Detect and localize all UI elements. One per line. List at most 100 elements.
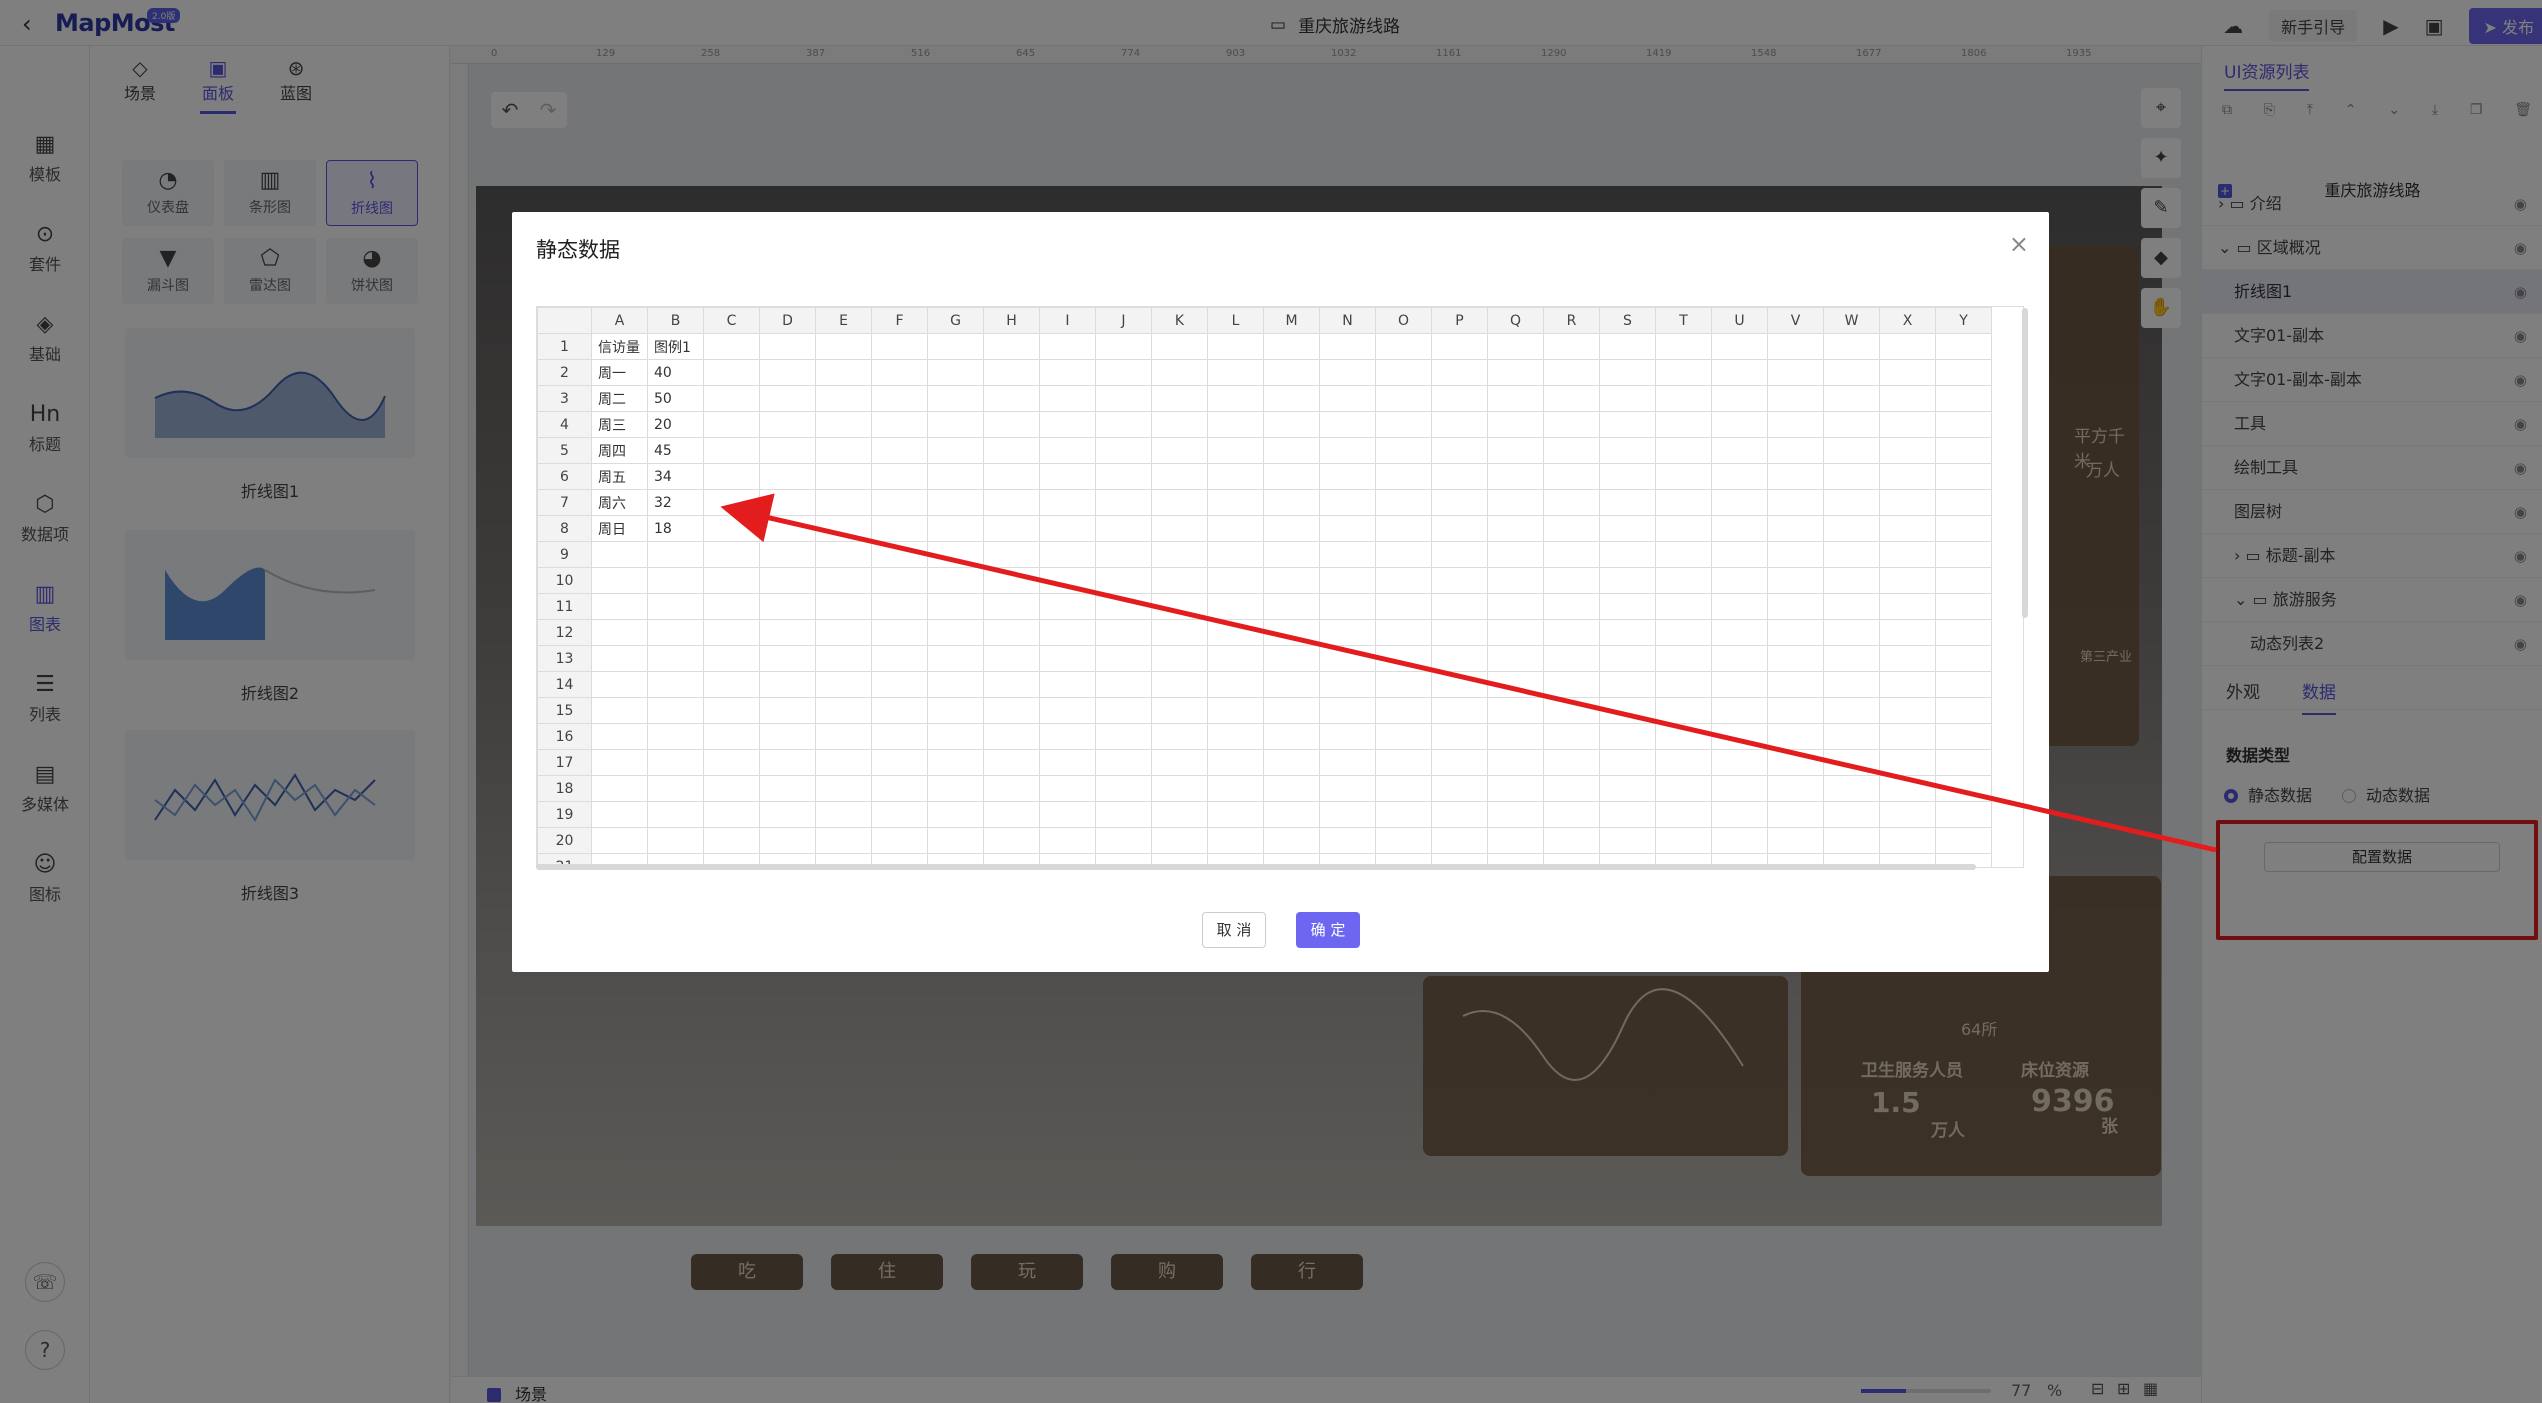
sheet-cell[interactable] [1039, 801, 1096, 828]
sheet-cell[interactable] [871, 775, 928, 802]
sheet-cell[interactable] [703, 333, 760, 360]
sheet-cell[interactable] [1767, 593, 1824, 620]
sheet-cell[interactable]: 图例1 [647, 333, 704, 360]
sheet-cell[interactable] [1095, 463, 1152, 490]
sheet-cell[interactable] [983, 333, 1040, 360]
sheet-cell[interactable] [927, 333, 984, 360]
sheet-cell[interactable] [1823, 723, 1880, 750]
sheet-cell[interactable]: 34 [647, 463, 704, 490]
sheet-cell[interactable] [1767, 749, 1824, 776]
column-header[interactable]: O [1375, 307, 1432, 334]
sheet-cell[interactable] [871, 593, 928, 620]
sheet-cell[interactable] [927, 385, 984, 412]
sheet-cell[interactable] [1039, 775, 1096, 802]
sheet-cell[interactable] [1487, 723, 1544, 750]
sheet-cell[interactable] [1151, 827, 1208, 854]
sheet-cell[interactable] [1263, 489, 1320, 516]
column-header[interactable]: W [1823, 307, 1880, 334]
sheet-cell[interactable] [1151, 333, 1208, 360]
sheet-cell[interactable] [703, 359, 760, 386]
sheet-cell[interactable] [1935, 567, 1992, 594]
sheet-cell[interactable] [759, 489, 816, 516]
sheet-cell[interactable] [703, 671, 760, 698]
sheet-cell[interactable] [815, 567, 872, 594]
sheet-cell[interactable] [1431, 385, 1488, 412]
sheet-cell[interactable] [1263, 437, 1320, 464]
sheet-cell[interactable] [1487, 489, 1544, 516]
sheet-cell[interactable] [1431, 723, 1488, 750]
column-header[interactable]: Y [1935, 307, 1992, 334]
sheet-cell[interactable] [1039, 515, 1096, 542]
sheet-cell[interactable] [1039, 645, 1096, 672]
sheet-cell[interactable] [1655, 385, 1712, 412]
sheet-cell[interactable] [1375, 359, 1432, 386]
sheet-cell[interactable] [1879, 385, 1936, 412]
sheet-cell[interactable] [1767, 463, 1824, 490]
sheet-cell[interactable] [1655, 567, 1712, 594]
sheet-cell[interactable] [1823, 645, 1880, 672]
sheet-cell[interactable] [1375, 593, 1432, 620]
sheet-cell[interactable] [927, 723, 984, 750]
column-header[interactable]: L [1207, 307, 1264, 334]
column-header[interactable]: G [927, 307, 984, 334]
sheet-cell[interactable] [815, 697, 872, 724]
sheet-cell[interactable] [1655, 671, 1712, 698]
sheet-cell[interactable] [1711, 723, 1768, 750]
sheet-cell[interactable] [1543, 827, 1600, 854]
sheet-cell[interactable] [1431, 619, 1488, 646]
sheet-cell[interactable] [983, 567, 1040, 594]
sheet-cell[interactable] [1879, 463, 1936, 490]
sheet-cell[interactable] [815, 723, 872, 750]
sheet-cell[interactable] [1599, 515, 1656, 542]
sheet-cell[interactable] [1543, 359, 1600, 386]
sheet-cell[interactable] [703, 385, 760, 412]
sheet-cell[interactable] [1039, 697, 1096, 724]
sheet-cell[interactable] [1599, 645, 1656, 672]
column-header[interactable]: A [591, 307, 648, 334]
sheet-cell[interactable] [1039, 619, 1096, 646]
row-number[interactable]: 13 [537, 645, 592, 672]
sheet-cell[interactable] [1095, 489, 1152, 516]
sheet-cell[interactable]: 周四 [591, 437, 648, 464]
sheet-cell[interactable] [983, 359, 1040, 386]
sheet-cell[interactable] [1711, 359, 1768, 386]
sheet-cell[interactable] [1767, 775, 1824, 802]
sheet-cell[interactable] [927, 489, 984, 516]
sheet-cell[interactable] [871, 671, 928, 698]
sheet-cell[interactable] [1431, 749, 1488, 776]
sheet-cell[interactable] [983, 593, 1040, 620]
sheet-cell[interactable] [1095, 385, 1152, 412]
sheet-cell[interactable] [1095, 333, 1152, 360]
sheet-cell[interactable] [1263, 801, 1320, 828]
sheet-cell[interactable] [871, 333, 928, 360]
sheet-cell[interactable] [815, 463, 872, 490]
sheet-cell[interactable] [1151, 463, 1208, 490]
sheet-cell[interactable] [983, 775, 1040, 802]
sheet-cell[interactable] [1711, 697, 1768, 724]
sheet-cell[interactable] [1263, 697, 1320, 724]
sheet-cell[interactable] [1375, 515, 1432, 542]
sheet-cell[interactable] [1319, 749, 1376, 776]
sheet-cell[interactable] [1039, 333, 1096, 360]
sheet-cell[interactable] [647, 775, 704, 802]
sheet-cell[interactable] [1263, 567, 1320, 594]
sheet-cell[interactable] [647, 671, 704, 698]
sheet-cell[interactable] [1207, 593, 1264, 620]
sheet-cell[interactable] [983, 541, 1040, 568]
column-header[interactable]: T [1655, 307, 1712, 334]
sheet-cell[interactable] [1935, 385, 1992, 412]
sheet-cell[interactable] [1319, 437, 1376, 464]
sheet-cell[interactable] [1095, 645, 1152, 672]
sheet-cell[interactable] [983, 697, 1040, 724]
sheet-cell[interactable] [1655, 489, 1712, 516]
sheet-cell[interactable] [703, 723, 760, 750]
sheet-cell[interactable] [1655, 645, 1712, 672]
sheet-cell[interactable] [1039, 385, 1096, 412]
sheet-cell[interactable] [1207, 515, 1264, 542]
sheet-cell[interactable] [1655, 723, 1712, 750]
sheet-cell[interactable] [759, 359, 816, 386]
sheet-cell[interactable] [703, 489, 760, 516]
sheet-cell[interactable] [1151, 541, 1208, 568]
sheet-cell[interactable] [591, 567, 648, 594]
row-number[interactable]: 1 [537, 333, 592, 360]
